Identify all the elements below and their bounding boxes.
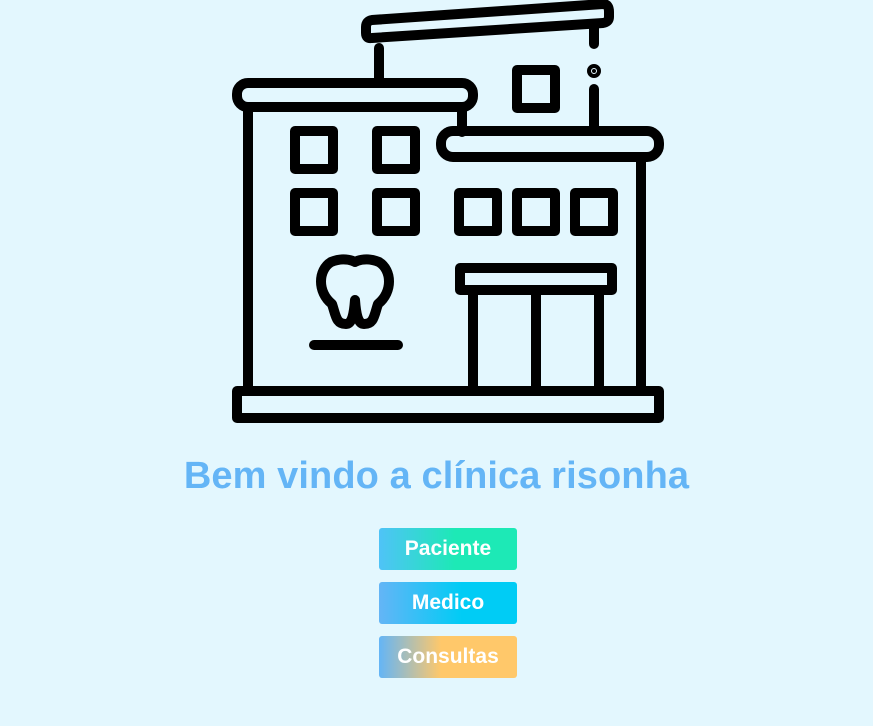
consultas-button[interactable]: Consultas <box>379 636 517 678</box>
medico-button[interactable]: Medico <box>379 582 517 624</box>
page-title: Bem vindo a clínica risonha <box>183 455 690 497</box>
clinic-building-icon <box>232 0 664 423</box>
paciente-button[interactable]: Paciente <box>379 528 517 570</box>
home-page: Bem vindo a clínica risonha Paciente Med… <box>0 0 873 726</box>
